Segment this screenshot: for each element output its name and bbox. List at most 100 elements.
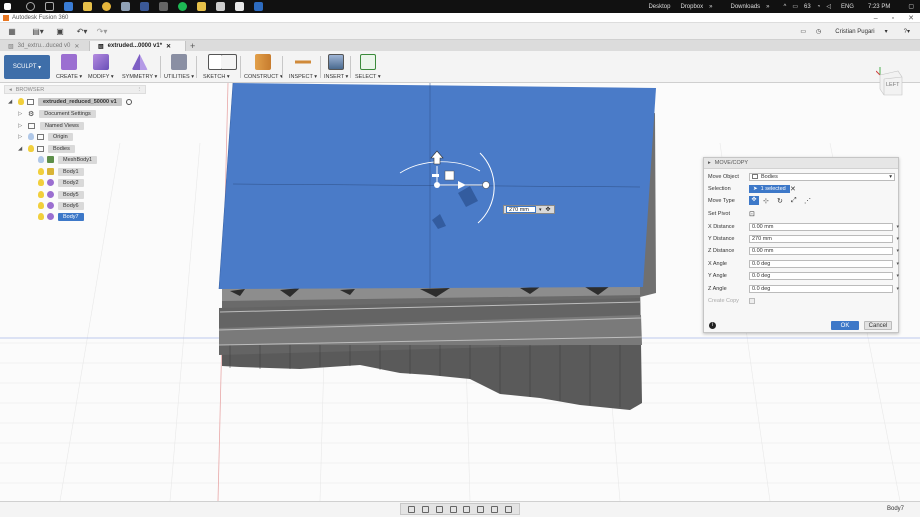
distance-input-box[interactable]: 270 mm ▾ ✥ — [503, 205, 555, 214]
job-status-icon[interactable]: ▭ — [800, 28, 806, 35]
visibility-bulb-icon[interactable] — [38, 191, 44, 198]
visibility-bulb-icon[interactable] — [38, 213, 44, 220]
document-tab-1[interactable]: ▧ 3d_extru...duced v0 ✕ — [0, 41, 90, 51]
sketch-arrow-tool[interactable] — [221, 54, 237, 80]
view-cube-face-label[interactable]: LEFT — [886, 82, 899, 88]
viewports-icon[interactable] — [504, 505, 512, 513]
pin-icon[interactable]: ⋮ — [137, 87, 143, 93]
notes-icon[interactable] — [216, 2, 225, 11]
taskbar-dropbox[interactable]: Dropbox — [680, 4, 703, 10]
browser-body6[interactable]: Body6 — [38, 201, 84, 210]
free-move-icon[interactable]: ✥ — [749, 196, 759, 205]
z-distance-input[interactable]: 0.00 mm ▾ — [749, 246, 899, 255]
visibility-bulb-icon[interactable] — [38, 202, 44, 209]
browser-named-views[interactable]: ▷ Named Views — [18, 121, 84, 130]
move-cursor-icon[interactable]: ✥ — [546, 206, 551, 213]
browser-body5[interactable]: Body5 — [38, 190, 84, 199]
edge-browser-icon[interactable] — [64, 2, 73, 11]
grid-settings-icon[interactable] — [490, 505, 498, 513]
chevron-down-icon[interactable]: ▾ — [896, 236, 899, 242]
file-explorer-icon[interactable] — [83, 2, 92, 11]
insert-menu[interactable]: INSERT ▾ — [324, 54, 348, 80]
browser-document-settings[interactable]: ▷ ⚙ Document Settings — [18, 109, 96, 118]
save-icon[interactable]: ▣ — [54, 25, 66, 37]
app-icon[interactable] — [159, 2, 168, 11]
browser-body2[interactable]: Body2 — [38, 178, 84, 187]
tray-arrow-icon[interactable]: ^ — [784, 4, 787, 10]
create-menu[interactable]: CREATE ▾ — [56, 54, 82, 80]
help-icon[interactable]: ?▾ — [904, 28, 910, 35]
file-menu-icon[interactable]: ▤▾ — [32, 25, 44, 37]
select-menu[interactable]: SELECT ▾ — [355, 54, 381, 80]
zoom-icon[interactable] — [449, 505, 457, 513]
battery-icon[interactable]: ▭ — [792, 3, 798, 10]
document-tab-2[interactable]: ▧ extruded...0000 v1* ✕ — [90, 41, 186, 51]
expand-icon[interactable]: ◢ — [8, 99, 14, 105]
folder-icon[interactable] — [197, 2, 206, 11]
browser-bodies[interactable]: ◢ Bodies — [18, 144, 75, 153]
z-angle-input[interactable]: 0.0 deg ▾ — [749, 284, 899, 293]
dialog-header[interactable]: ▸ MOVE/COPY — [704, 158, 898, 169]
look-at-icon[interactable] — [422, 505, 430, 513]
cancel-button[interactable]: Cancel — [864, 321, 892, 330]
clear-selection-icon[interactable]: ✕ — [790, 185, 796, 193]
expand-icon[interactable]: ▷ — [18, 111, 24, 117]
user-menu[interactable]: Cristian Pugari — [835, 29, 874, 35]
x-distance-input[interactable]: 0.00 mm ▾ — [749, 222, 899, 231]
point-to-point-icon[interactable]: ⤢ — [791, 197, 797, 205]
chevron-down-icon[interactable]: ▾ — [896, 224, 899, 230]
visibility-bulb-icon[interactable] — [18, 98, 24, 105]
clock[interactable]: 7:23 PM — [868, 4, 890, 10]
close-tab-icon[interactable]: ✕ — [166, 43, 171, 50]
translate-icon[interactable]: ⊹ — [763, 197, 769, 205]
history-icon[interactable]: ◷ — [816, 28, 821, 35]
monitor-icon[interactable] — [254, 2, 263, 11]
chrome-icon[interactable] — [102, 2, 111, 11]
language-indicator[interactable]: ENG — [841, 4, 854, 10]
browser-body7[interactable]: Body7 — [38, 212, 84, 221]
chevron-down-icon[interactable]: ▾ — [896, 248, 899, 254]
facebook-icon[interactable] — [140, 2, 149, 11]
fit-icon[interactable] — [463, 505, 471, 513]
activate-radio-icon[interactable] — [125, 98, 132, 105]
close-icon[interactable]: ✕ — [908, 14, 914, 22]
visibility-bulb-icon[interactable] — [38, 156, 44, 163]
expand-icon[interactable]: ▷ — [18, 123, 24, 129]
utilities-menu[interactable]: UTILITIES ▾ — [164, 54, 194, 80]
close-tab-icon[interactable]: ✕ — [74, 43, 79, 50]
search-icon[interactable] — [26, 2, 35, 11]
browser-origin[interactable]: ▷ Origin — [18, 132, 73, 141]
new-tab-icon[interactable]: + — [190, 41, 195, 51]
spotify-icon[interactable] — [178, 2, 187, 11]
inspect-menu[interactable]: INSPECT ▾ — [289, 54, 317, 80]
pan-icon[interactable] — [435, 505, 443, 513]
browser-header[interactable]: ◂ BROWSER ⋮ — [4, 85, 146, 94]
collapse-icon[interactable]: ◂ — [9, 87, 12, 93]
notifications-icon[interactable]: ▢ — [908, 3, 914, 10]
expand-icon[interactable]: ▷ — [18, 134, 24, 140]
visibility-bulb-icon[interactable] — [38, 179, 44, 186]
workspace-switcher[interactable]: SCULPT ▾ — [4, 55, 50, 79]
selection-chip[interactable]: ➤ 1 selected — [749, 184, 790, 193]
minimize-icon[interactable]: – — [874, 15, 878, 22]
distance-input[interactable]: 270 mm — [506, 206, 536, 213]
y-distance-input[interactable]: 270 mm ▾ — [749, 234, 899, 243]
windows-start-icon[interactable] — [4, 3, 11, 10]
y-angle-input[interactable]: 0.0 deg ▾ — [749, 271, 899, 280]
info-icon[interactable]: i — [709, 322, 716, 329]
view-cube[interactable]: LEFT — [875, 67, 904, 97]
point-to-position-icon[interactable]: ⋰ — [804, 197, 811, 205]
chevron-down-icon[interactable]: ▾ — [896, 261, 899, 267]
volume-icon[interactable]: ◁ — [826, 3, 831, 10]
visibility-bulb-icon[interactable] — [38, 168, 44, 175]
fusion-taskbar-icon[interactable] — [235, 2, 244, 11]
redo-icon[interactable]: ↷▾ — [96, 25, 108, 37]
rotate-icon[interactable]: ↻ — [777, 197, 783, 205]
taskbar-downloads[interactable]: Downloads — [730, 4, 760, 10]
move-object-select[interactable]: Bodies ▾ — [749, 172, 895, 181]
create-copy-checkbox[interactable] — [749, 297, 755, 304]
taskbar-desktop[interactable]: Desktop — [648, 4, 670, 10]
orbit-icon[interactable] — [408, 505, 416, 513]
browser-body1[interactable]: Body1 — [38, 167, 84, 176]
construct-menu[interactable]: CONSTRUCT ▾ — [244, 54, 283, 80]
